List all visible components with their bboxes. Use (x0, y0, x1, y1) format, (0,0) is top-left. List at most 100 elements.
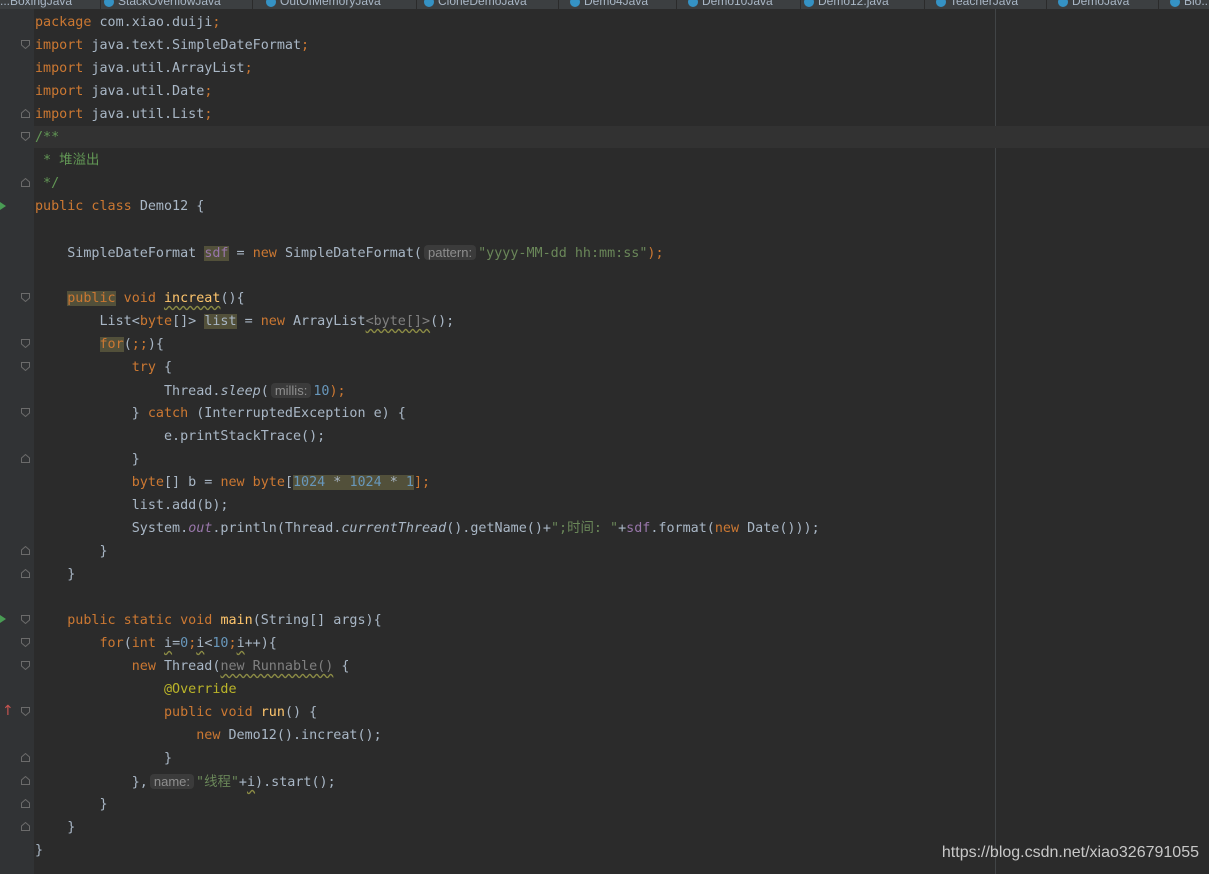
anonymous-class: new Runnable() (220, 659, 334, 674)
tab-label: StackOverflowJava (118, 0, 221, 8)
code-line[interactable]: list.add(b); (35, 494, 229, 517)
fold-icon[interactable] (21, 362, 30, 371)
code-line[interactable]: Thread.sleep(millis: 10); (35, 379, 346, 402)
java-class-icon (424, 0, 434, 7)
code-line[interactable]: import java.text.SimpleDateFormat; (35, 34, 309, 57)
fold-icon[interactable] (21, 661, 30, 670)
number-literal: 10 (212, 636, 229, 651)
code-line[interactable]: public class Demo12 { (35, 195, 204, 218)
keyword: package (35, 15, 100, 30)
punctuation: ){ (147, 337, 164, 352)
code-line[interactable]: public void increat(){ (35, 287, 245, 310)
code-line[interactable]: /** (35, 126, 59, 149)
fold-icon[interactable] (21, 546, 30, 555)
fold-icon[interactable] (21, 454, 30, 463)
code-line[interactable]: public void run() { (35, 701, 317, 724)
punctuation: ( (260, 384, 269, 399)
code-line[interactable]: import java.util.List; (35, 103, 212, 126)
keyword: try (131, 360, 156, 375)
code-line[interactable]: @Override (35, 678, 237, 701)
fold-icon[interactable] (21, 615, 30, 624)
code-line[interactable]: */ (35, 172, 59, 195)
tab-blo[interactable]: Blo... (1170, 0, 1209, 9)
code-line[interactable]: new Demo12().increat(); (35, 724, 381, 747)
keyword: import (35, 38, 92, 53)
code-line[interactable]: } (35, 816, 75, 839)
fold-icon[interactable] (21, 707, 30, 716)
keyword: int (131, 636, 164, 651)
tab-clone-demo[interactable]: CloneDemoJava (424, 0, 559, 9)
method-call: .format( (650, 521, 715, 536)
fold-icon[interactable] (21, 408, 30, 417)
fold-icon[interactable] (21, 132, 30, 141)
code-line[interactable]: } (35, 540, 107, 563)
type-name: SimpleDateFormat (35, 246, 205, 261)
keyword: byte (139, 314, 173, 329)
tab-teacher[interactable]: TeacherJava (936, 0, 1047, 9)
tab-demo10[interactable]: Demo10Java (688, 0, 801, 9)
code-line[interactable]: SimpleDateFormat sdf = new SimpleDateFor… (35, 241, 664, 264)
run-icon[interactable] (0, 202, 6, 210)
fold-icon[interactable] (21, 109, 30, 118)
fold-icon[interactable] (21, 799, 30, 808)
string-literal: "线程" (196, 775, 239, 790)
code-line[interactable]: byte[] b = new byte[1024 * 1024 * 1]; (35, 471, 430, 494)
fold-icon[interactable] (21, 293, 30, 302)
keyword: import (35, 107, 92, 122)
fold-icon[interactable] (21, 40, 30, 49)
tab-boxing[interactable]: ...BoxingJava (0, 0, 101, 9)
operator: = (172, 636, 181, 651)
code-line[interactable]: System.out.println(Thread.currentThread(… (35, 517, 820, 540)
constructor-call: Date())); (747, 521, 820, 536)
override-arrow-icon[interactable]: ↑ (2, 704, 14, 718)
doc-comment: * 堆溢出 (35, 153, 100, 168)
tab-stack-overflow[interactable]: StackOverflowJava (104, 0, 253, 9)
method-name: increat (164, 291, 221, 306)
tab-label: Blo... (1184, 0, 1209, 8)
code-line[interactable]: try { (35, 356, 172, 379)
punctuation: ]; (413, 475, 431, 490)
fold-icon[interactable] (21, 569, 30, 578)
punctuation: ;; (131, 337, 148, 352)
punctuation: } (35, 406, 148, 421)
code-line[interactable]: for(;;){ (35, 333, 164, 356)
code-line[interactable]: * 堆溢出 (35, 149, 99, 172)
code-line[interactable]: public static void main(String[] args){ (35, 609, 381, 632)
code-line[interactable]: } catch (InterruptedException e) { (35, 402, 406, 425)
redundant-type-args: <byte[]> (365, 314, 431, 329)
run-icon[interactable] (0, 615, 6, 623)
code-line[interactable]: } (35, 747, 172, 770)
tab-demo12[interactable]: Demo12.java (804, 0, 925, 9)
code-line[interactable]: } (35, 839, 43, 862)
code-line[interactable]: new Thread(new Runnable() { (35, 655, 350, 678)
code-line[interactable]: } (35, 793, 107, 816)
fold-icon[interactable] (21, 776, 30, 785)
tab-demo[interactable]: DemoJava (1058, 0, 1159, 9)
keyword: byte (131, 475, 164, 490)
fold-icon[interactable] (21, 178, 30, 187)
code-line[interactable]: import java.util.ArrayList; (35, 57, 253, 80)
tab-demo4[interactable]: Demo4Java (570, 0, 677, 9)
fold-icon[interactable] (21, 638, 30, 647)
keyword: new (131, 659, 164, 674)
punctuation: [ (284, 475, 293, 490)
string-literal: "yyyy-MM-dd hh:mm:ss" (478, 246, 648, 261)
tab-out-of-memory[interactable]: OutOfMemoryJava (266, 0, 417, 9)
code-line[interactable]: }, name: "线程"+i).start(); (35, 770, 336, 793)
code-line[interactable]: import java.util.Date; (35, 80, 212, 103)
fold-icon[interactable] (21, 339, 30, 348)
operator: = (236, 314, 261, 329)
code-line[interactable]: List<byte[]> list = new ArrayList<byte[]… (35, 310, 454, 333)
tab-label: Demo12.java (818, 0, 889, 8)
fold-icon[interactable] (21, 753, 30, 762)
code-line[interactable]: } (35, 448, 140, 471)
code-line[interactable]: } (35, 563, 75, 586)
keyword: import (35, 84, 92, 99)
number-literal: 1024 (293, 475, 326, 490)
fold-icon[interactable] (21, 822, 30, 831)
code-line[interactable]: package com.xiao.duiji; (35, 11, 220, 34)
code-line[interactable]: e.printStackTrace(); (35, 425, 325, 448)
punctuation: } (35, 843, 44, 858)
code-line[interactable]: for(int i=0;i<10;i++){ (35, 632, 277, 655)
